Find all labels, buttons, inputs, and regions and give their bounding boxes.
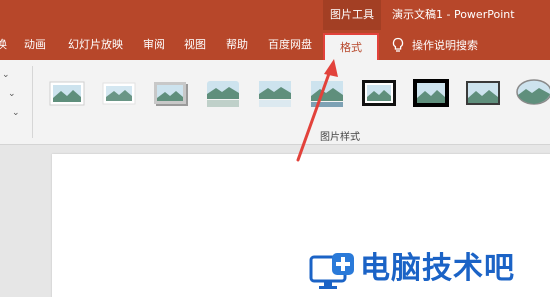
- chevron-down-icon[interactable]: ⌄: [8, 89, 16, 99]
- picture-styles-gallery: [40, 68, 550, 120]
- picture-style-thumb[interactable]: [152, 74, 190, 112]
- lightbulb-icon: [392, 37, 404, 52]
- picture-style-thumb[interactable]: [464, 74, 502, 112]
- tell-me-search[interactable]: 操作说明搜索: [390, 30, 478, 60]
- tab-view[interactable]: 视图: [184, 30, 206, 60]
- picture-style-thumb[interactable]: [412, 74, 450, 112]
- tab-animations[interactable]: 动画: [24, 30, 46, 60]
- tab-transitions[interactable]: 换: [0, 30, 7, 60]
- picture-style-thumb[interactable]: [308, 74, 346, 112]
- slides-panel: [0, 146, 40, 297]
- tab-baidu-netdisk[interactable]: 百度网盘: [268, 30, 312, 60]
- picture-style-thumb[interactable]: [204, 74, 242, 112]
- ribbon-panel: ⌄ ⌄ ⌄ 图片样式: [0, 60, 550, 145]
- tab-format[interactable]: 格式: [323, 33, 379, 60]
- picture-style-thumb[interactable]: [514, 74, 550, 112]
- chevron-down-icon[interactable]: ⌄: [2, 70, 10, 80]
- watermark: 电脑技术吧: [304, 243, 550, 297]
- picture-style-thumb[interactable]: [48, 74, 86, 112]
- search-hint-label: 操作说明搜索: [412, 39, 478, 52]
- picture-style-thumb[interactable]: [100, 74, 138, 112]
- title-bar: 图片工具 演示文稿1 - PowerPoint: [0, 0, 550, 30]
- chevron-down-icon[interactable]: ⌄: [12, 108, 20, 118]
- picture-styles-group-label: 图片样式: [320, 132, 360, 143]
- watermark-text: 电脑技术吧: [360, 251, 515, 286]
- computer-logo-icon: [309, 253, 354, 289]
- tab-review[interactable]: 审阅: [143, 30, 165, 60]
- picture-style-thumb[interactable]: [360, 74, 398, 112]
- ribbon-tab-row: 换 动画 幻灯片放映 审阅 视图 帮助 百度网盘 格式 操作说明搜索: [0, 30, 550, 60]
- ribbon-separator: [32, 66, 33, 138]
- ribbon-left-controls: ⌄ ⌄ ⌄: [0, 60, 32, 145]
- picture-tools-context-label: 图片工具: [323, 0, 381, 30]
- tab-help[interactable]: 帮助: [226, 30, 248, 60]
- document-title: 演示文稿1 - PowerPoint: [392, 8, 515, 21]
- picture-style-thumb[interactable]: [256, 74, 294, 112]
- tab-slideshow[interactable]: 幻灯片放映: [68, 30, 123, 60]
